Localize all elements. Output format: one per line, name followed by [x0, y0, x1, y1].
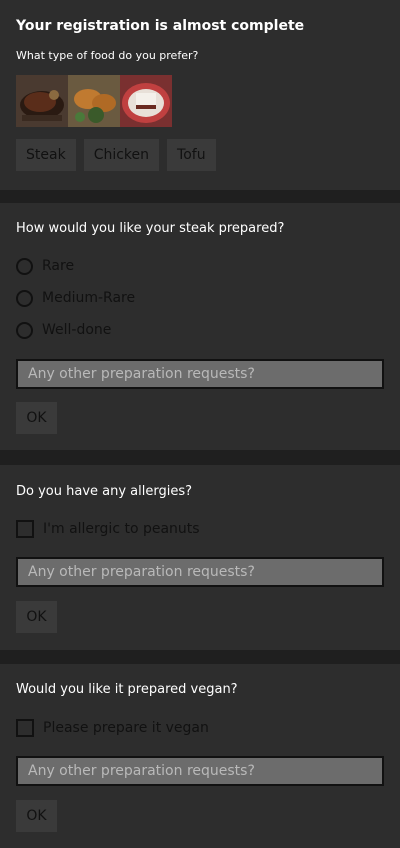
food-question: What type of food do you prefer? — [16, 49, 199, 62]
chicken-image[interactable] — [68, 75, 120, 127]
radio-well-done[interactable]: Well-done — [16, 319, 111, 341]
radio-rare[interactable]: Rare — [16, 255, 74, 277]
checkbox-label: I'm allergic to peanuts — [43, 521, 200, 537]
page-title: Your registration is almost complete — [16, 18, 305, 34]
tofu-button[interactable]: Tofu — [167, 139, 216, 171]
checkbox-icon[interactable] — [16, 520, 34, 538]
radio-label: Rare — [42, 258, 75, 274]
radio-label: Medium-Rare — [42, 290, 136, 306]
steak-question: How would you like your steak prepared? — [16, 221, 285, 236]
vegan-checkbox[interactable]: Please prepare it vegan — [16, 717, 209, 739]
radio-circle-icon[interactable] — [16, 257, 33, 275]
food-options: Steak Chicken Tofu — [16, 139, 216, 171]
vegan-ok-button[interactable]: OK — [16, 800, 57, 832]
steak-preparation-card: How would you like your steak prepared? … — [0, 203, 400, 450]
peanut-allergy-checkbox[interactable]: I'm allergic to peanuts — [16, 518, 200, 540]
vegan-question: Would you like it prepared vegan? — [16, 682, 238, 697]
food-preference-card: Your registration is almost complete Wha… — [0, 0, 400, 190]
checkbox-icon[interactable] — [16, 719, 34, 737]
vegan-requests-input[interactable] — [16, 756, 384, 786]
vegan-card: Would you like it prepared vegan? Please… — [0, 664, 400, 848]
steak-button[interactable]: Steak — [16, 139, 76, 171]
steak-requests-input[interactable] — [16, 359, 384, 389]
steak-image[interactable] — [16, 75, 68, 127]
chicken-button[interactable]: Chicken — [83, 139, 160, 171]
radio-circle-icon[interactable] — [16, 289, 33, 307]
allergy-ok-button[interactable]: OK — [16, 601, 57, 633]
allergy-card: Do you have any allergies? I'm allergic … — [0, 465, 400, 650]
checkbox-label: Please prepare it vegan — [43, 720, 209, 736]
radio-medium-rare[interactable]: Medium-Rare — [16, 287, 135, 309]
allergy-question: Do you have any allergies? — [16, 484, 193, 499]
allergy-requests-input[interactable] — [16, 557, 384, 587]
steak-ok-button[interactable]: OK — [16, 402, 57, 434]
tofu-image[interactable] — [120, 75, 172, 127]
radio-circle-icon[interactable] — [16, 321, 33, 339]
food-images — [16, 75, 172, 127]
radio-label: Well-done — [42, 322, 112, 338]
